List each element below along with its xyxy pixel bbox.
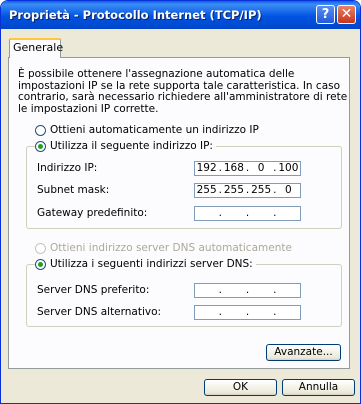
- window-title: Proprietà - Protocollo Internet (TCP/IP): [9, 8, 262, 22]
- ip-manual-radio[interactable]: [35, 140, 46, 152]
- dns-manual-option[interactable]: Utilizza i seguenti indirizzi server DNS…: [35, 257, 256, 271]
- advanced-button[interactable]: Avanzate...: [266, 344, 341, 361]
- ip-octet: [250, 207, 273, 220]
- ip-octet: 0: [285, 184, 292, 196]
- dns-auto-option: Ottieni indirizzo server DNS automaticam…: [35, 241, 292, 255]
- ok-button[interactable]: OK: [204, 379, 277, 396]
- subnet-mask-label: Subnet mask:: [37, 184, 110, 196]
- ip-address-label: Indirizzo IP:: [37, 162, 98, 174]
- gateway-input[interactable]: . . .: [194, 206, 301, 221]
- dns-alternate-label: Server DNS alternativo:: [37, 306, 162, 318]
- dialog-window: Proprietà - Protocollo Internet (TCP/IP)…: [0, 0, 361, 404]
- ip-octet: [195, 306, 218, 319]
- ip-octet: 255: [196, 184, 217, 196]
- ip-octet: [222, 207, 245, 220]
- tab-generale[interactable]: Generale: [9, 38, 63, 58]
- cancel-button[interactable]: Annulla: [282, 379, 355, 396]
- ip-octet: [222, 306, 245, 319]
- ip-octet: 0: [257, 162, 265, 174]
- ip-octet: [277, 207, 300, 220]
- close-button[interactable]: ✕: [337, 5, 356, 24]
- ip-octet: [277, 284, 300, 297]
- ip-octet: [250, 284, 273, 297]
- subnet-mask-input[interactable]: 255. 255. 255. 0: [194, 183, 301, 198]
- description-text: È possibile ottenere l'assegnazione auto…: [18, 68, 348, 115]
- ip-octet: 255: [251, 184, 272, 196]
- dns-preferred-input[interactable]: . . .: [194, 283, 301, 298]
- dns-alternate-input[interactable]: . . .: [194, 305, 301, 320]
- dns-preferred-label: Server DNS preferito:: [37, 284, 150, 296]
- ip-octet: 100: [278, 162, 299, 174]
- ip-octet: [222, 284, 245, 297]
- dns-manual-radio[interactable]: [35, 258, 46, 270]
- dns-manual-label: Utilizza i seguenti indirizzi server DNS…: [50, 258, 253, 270]
- dns-auto-label: Ottieni indirizzo server DNS automaticam…: [50, 242, 292, 254]
- ip-auto-label: Ottieni automaticamente un indirizzo IP: [50, 124, 259, 136]
- ip-octet: [277, 306, 300, 319]
- ip-auto-option[interactable]: Ottieni automaticamente un indirizzo IP: [35, 123, 259, 137]
- ip-octet: 255: [223, 184, 244, 196]
- ip-octet: 168: [223, 162, 244, 174]
- gateway-label: Gateway predefinito:: [37, 207, 148, 219]
- ip-octet: [250, 306, 273, 319]
- ip-auto-radio[interactable]: [35, 124, 46, 136]
- help-button[interactable]: ?: [316, 5, 335, 24]
- ip-manual-label: Utilizza il seguente indirizzo IP:: [50, 140, 213, 152]
- title-bar[interactable]: Proprietà - Protocollo Internet (TCP/IP)…: [1, 1, 360, 29]
- ip-manual-option[interactable]: Utilizza il seguente indirizzo IP:: [35, 139, 216, 153]
- ip-address-input[interactable]: 192. 168. 0. 100: [194, 161, 301, 176]
- ip-octet: 192: [196, 162, 217, 174]
- ip-octet: [195, 207, 218, 220]
- ip-octet: [195, 284, 218, 297]
- dns-auto-radio: [35, 242, 46, 254]
